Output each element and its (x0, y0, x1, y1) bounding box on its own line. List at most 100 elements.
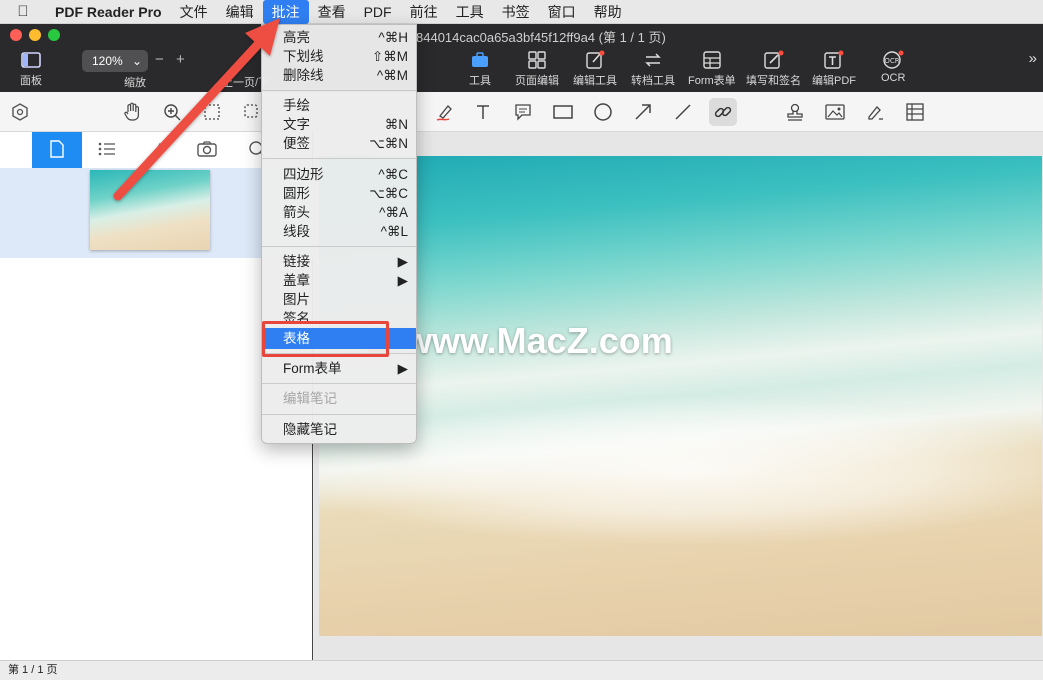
menu-item-label: 下划线 (283, 49, 324, 64)
menu-shortcut: ^⌘C (378, 167, 408, 182)
line-icon[interactable] (671, 100, 695, 124)
fill-sign-button[interactable]: 填写和签名 (746, 50, 801, 88)
edit-pdf-button[interactable]: 编辑PDF (812, 50, 856, 88)
hand-icon[interactable] (120, 100, 144, 124)
arrow-icon[interactable] (631, 100, 655, 124)
edit-pdf-label: 编辑PDF (812, 75, 856, 87)
menu-shortcut: ⌥⌘C (369, 186, 408, 201)
toolbar-overflow-button[interactable]: » (1029, 50, 1037, 67)
annotation-toolbar (0, 92, 1043, 132)
zoom-in-icon[interactable] (160, 100, 184, 124)
menu-shortcut: ⇧⌘M (371, 49, 408, 64)
circle-icon[interactable] (591, 100, 615, 124)
close-window-button[interactable] (10, 29, 22, 41)
tab-outline[interactable] (82, 132, 132, 168)
menu-bookmarks[interactable]: 书签 (493, 0, 539, 24)
menu-item-rectangle[interactable]: 四边形 ^⌘C (262, 165, 416, 184)
menu-item-circle[interactable]: 圆形 ⌥⌘C (262, 184, 416, 203)
panel-button[interactable]: 面板 (20, 50, 42, 88)
menu-bar:  PDF Reader Pro 文件 编辑 批注 查看 PDF 前往 工具 书… (0, 0, 1043, 24)
watermark-text: www.MacZ.com (404, 320, 673, 361)
menu-item-label: 图片 (283, 292, 310, 307)
image-icon[interactable] (823, 100, 847, 124)
menu-go[interactable]: 前往 (401, 0, 447, 24)
menu-separator (262, 90, 416, 91)
zoom-label: 缩放 (124, 77, 146, 89)
menu-item-highlight[interactable]: 高亮 ^⌘H (262, 28, 416, 47)
marquee-select-icon[interactable] (200, 100, 224, 124)
menu-pdf[interactable]: PDF (355, 0, 401, 24)
menu-shortcut: ⌘N (384, 117, 408, 132)
tab-annotations[interactable] (132, 132, 182, 168)
menu-tools[interactable]: 工具 (447, 0, 493, 24)
menu-item-text[interactable]: 文字 ⌘N (262, 115, 416, 134)
ocr-button[interactable]: OCR OCR (881, 50, 905, 84)
convert-tools-button[interactable]: 转档工具 (631, 50, 675, 88)
grid-icon (528, 50, 546, 70)
main-toolbar: 844014cac0a65a3bf45f12ff9a4 (第 1 / 1 页) … (0, 24, 1043, 92)
menu-file[interactable]: 文件 (171, 0, 217, 24)
convert-icon (643, 50, 663, 70)
page-thumbnail[interactable] (90, 170, 210, 250)
menu-item-hide-notes[interactable]: 隐藏笔记 (262, 420, 416, 439)
ocr-label: OCR (881, 72, 906, 84)
menu-item-label: 便签 (283, 136, 310, 151)
link-icon[interactable] (709, 98, 737, 126)
form-label: Form表单 (688, 75, 736, 87)
wave-foam (319, 396, 1042, 546)
zoom-select[interactable]: 120% ⌄ (82, 50, 148, 72)
menu-window[interactable]: 窗口 (539, 0, 585, 24)
annotation-icon (148, 140, 166, 161)
text-T-icon[interactable] (471, 100, 495, 124)
menu-item-image[interactable]: 图片 (262, 290, 416, 309)
minimize-window-button[interactable] (29, 29, 41, 41)
menu-item-label: 四边形 (283, 167, 324, 182)
pdf-page-beach-image[interactable] (319, 156, 1042, 636)
tab-thumbnails[interactable] (32, 132, 82, 168)
form-table-icon (703, 50, 721, 70)
zoom-window-button[interactable] (48, 29, 60, 41)
convert-tools-label: 转档工具 (631, 75, 675, 87)
menu-item-underline[interactable]: 下划线 ⇧⌘M (262, 47, 416, 66)
menu-item-line[interactable]: 线段 ^⌘L (262, 222, 416, 241)
fill-sign-label: 填写和签名 (746, 75, 801, 87)
menu-item-freehand[interactable]: 手绘 (262, 96, 416, 115)
menu-view[interactable]: 查看 (309, 0, 355, 24)
menu-item-note[interactable]: 便签 ⌥⌘N (262, 134, 416, 153)
rectangle-icon[interactable] (551, 100, 575, 124)
menu-item-label: Form表单 (283, 361, 342, 376)
highlighter-icon[interactable] (433, 100, 457, 124)
zoom-in-button[interactable]: + (176, 51, 185, 68)
menu-edit[interactable]: 编辑 (217, 0, 263, 24)
menu-item-label: 隐藏笔记 (283, 422, 337, 437)
menu-item-link[interactable]: 链接 ▶ (262, 252, 416, 271)
callout-highlight-box (262, 321, 389, 357)
menu-help[interactable]: 帮助 (585, 0, 631, 24)
note-icon[interactable] (511, 100, 535, 124)
edit-pen-icon (585, 50, 605, 70)
apple-logo-icon[interactable]:  (0, 3, 46, 20)
form-button[interactable]: Form表单 (688, 50, 736, 88)
tools-button[interactable]: 工具 (469, 50, 491, 88)
menu-item-label: 圆形 (283, 186, 310, 201)
tab-snapshots[interactable] (182, 132, 232, 168)
signature-icon[interactable] (863, 100, 887, 124)
menu-annotate[interactable]: 批注 (262, 0, 309, 24)
menu-item-form[interactable]: Form表单 ▶ (262, 359, 416, 378)
menu-item-arrow[interactable]: 箭头 ^⌘A (262, 203, 416, 222)
menu-item-strikethrough[interactable]: 删除线 ^⌘M (262, 66, 416, 85)
menu-separator (262, 414, 416, 415)
page-edit-button[interactable]: 页面编辑 (515, 50, 559, 88)
zoom-out-button[interactable]: − (155, 51, 164, 68)
menu-item-stamp[interactable]: 盖章 ▶ (262, 271, 416, 290)
stamp-icon[interactable] (783, 100, 807, 124)
table-icon[interactable] (903, 100, 927, 124)
settings-hexagon-icon[interactable] (8, 100, 32, 124)
menu-shortcut: ^⌘H (378, 30, 408, 45)
edit-tools-button[interactable]: 编辑工具 (573, 50, 617, 88)
zoom-value: 120% (92, 54, 123, 68)
menu-app-name[interactable]: PDF Reader Pro (46, 0, 171, 24)
document-view[interactable] (314, 132, 1043, 660)
menu-item-edit-notes: 编辑笔记 (262, 389, 416, 408)
outline-list-icon (98, 141, 116, 160)
